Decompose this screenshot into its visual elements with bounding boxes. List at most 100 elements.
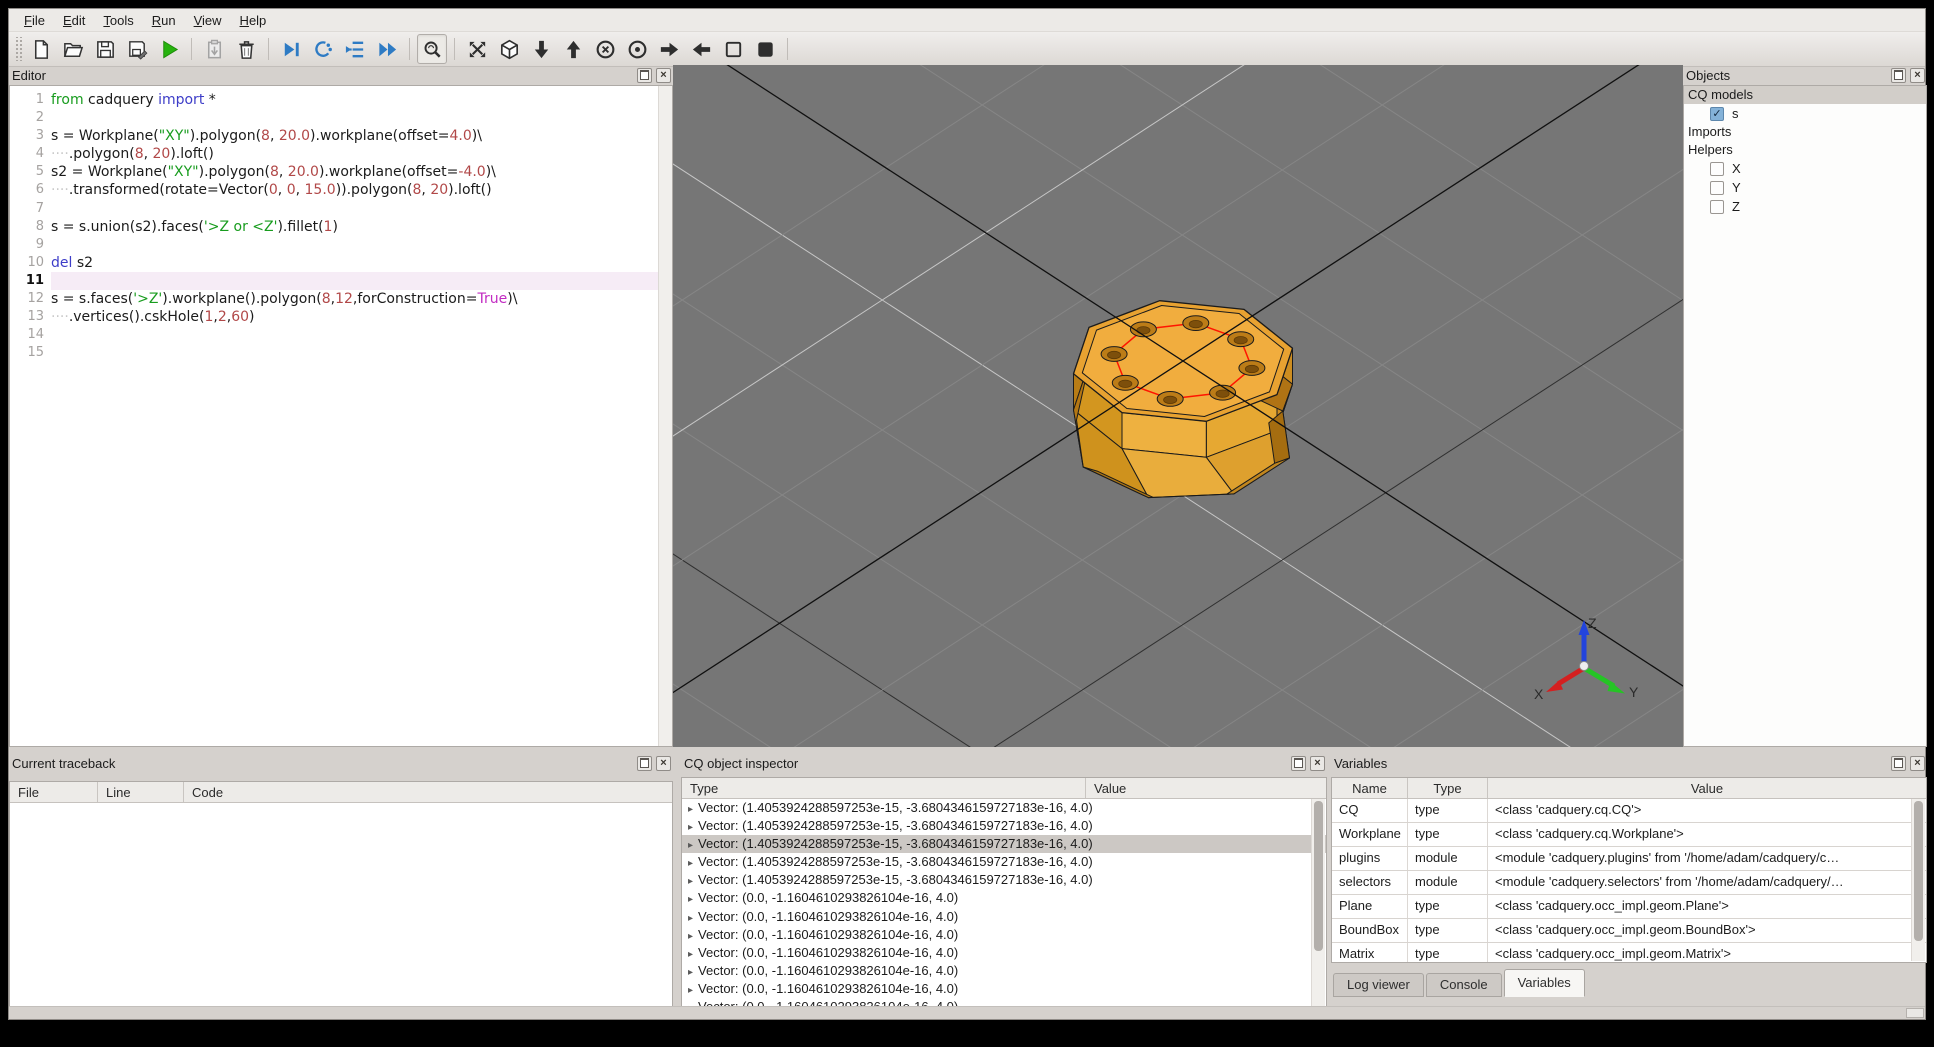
fit-view-icon[interactable]: [462, 34, 492, 64]
inspector-col-value[interactable]: Value: [1086, 778, 1326, 798]
debug-step-icon[interactable]: [276, 34, 306, 64]
view-top-icon[interactable]: [558, 34, 588, 64]
expand-arrow-icon[interactable]: ▸: [688, 822, 698, 833]
variable-row[interactable]: BoundBox type <class 'cadquery.occ_impl.ge…: [1332, 919, 1926, 943]
delete-icon[interactable]: [231, 34, 261, 64]
code-line[interactable]: 3 s = Workplane("XY").polygon(8, 20.0).wo…: [10, 127, 672, 145]
code-line[interactable]: 14: [10, 326, 672, 344]
tab-console[interactable]: Console: [1425, 973, 1502, 997]
variables-col-type[interactable]: Type: [1408, 778, 1488, 798]
view-front-icon[interactable]: [622, 34, 652, 64]
tree-item-y[interactable]: Y: [1684, 178, 1926, 197]
expand-arrow-icon[interactable]: ▸: [688, 949, 698, 960]
code-line[interactable]: 11: [10, 271, 672, 291]
traceback-col-line[interactable]: Line: [98, 782, 184, 802]
inspector-row[interactable]: ▸Vector: (0.0, -1.1604610293826104e-16, …: [682, 980, 1326, 998]
variable-row[interactable]: plugins module <module 'cadquery.plugins' …: [1332, 847, 1926, 871]
expand-arrow-icon[interactable]: ▸: [688, 858, 698, 869]
menu-run[interactable]: Run: [143, 11, 185, 30]
variable-row[interactable]: selectors module <module 'cadquery.selecto…: [1332, 871, 1926, 895]
inspector-row[interactable]: ▸Vector: (0.0, -1.1604610293826104e-16, …: [682, 908, 1326, 926]
float-panel-icon[interactable]: [637, 67, 652, 83]
editor-body[interactable]: 1 from cadquery import * 2 3 s = Workplane("…: [9, 85, 673, 747]
menu-help[interactable]: Help: [231, 11, 276, 30]
tree-item-x[interactable]: X: [1684, 159, 1926, 178]
variable-row[interactable]: Matrix type <class 'cadquery.occ_impl.geom…: [1332, 943, 1926, 962]
expand-arrow-icon[interactable]: ▸: [688, 913, 698, 924]
view-bottom-icon[interactable]: [526, 34, 556, 64]
close-panel-icon[interactable]: ×: [1910, 755, 1925, 771]
inspector-row[interactable]: ▸ Vector: (1.4053924288597253e-15, -3.680…: [682, 871, 1326, 889]
view-back-icon[interactable]: [590, 34, 620, 64]
code-line[interactable]: 7: [10, 200, 672, 218]
viewport-canvas[interactable]: Z X Y: [552, 0, 1804, 1047]
code-line[interactable]: 8 s = s.union(s2).faces('>Z or <Z').fille…: [10, 218, 672, 236]
cad-model[interactable]: [1072, 300, 1294, 499]
menu-tools[interactable]: Tools: [94, 11, 142, 30]
editor-scrollbar[interactable]: [658, 86, 672, 746]
checked-checkbox-icon[interactable]: ✓: [1710, 106, 1724, 121]
debug-next-icon[interactable]: [308, 34, 338, 64]
variable-row[interactable]: CQ type <class 'cadquery.cq.CQ'>: [1332, 799, 1926, 823]
float-panel-icon[interactable]: [1291, 755, 1306, 771]
unchecked-checkbox-icon[interactable]: [1710, 180, 1724, 195]
inspector-row[interactable]: ▸ Vector: (1.4053924288597253e-15, -3.680…: [682, 817, 1326, 835]
shaded-icon[interactable]: [750, 34, 780, 64]
variables-scrollbar[interactable]: [1911, 799, 1925, 961]
close-panel-icon[interactable]: ×: [1310, 755, 1325, 771]
code-line[interactable]: 9: [10, 236, 672, 254]
run-icon[interactable]: [154, 34, 184, 64]
inspector-row[interactable]: ▸ Vector: (1.4053924288597253e-15, -3.680…: [682, 799, 1326, 817]
tab-log-viewer[interactable]: Log viewer: [1333, 973, 1424, 997]
traceback-col-code[interactable]: Code: [184, 782, 672, 802]
menu-view[interactable]: View: [185, 11, 231, 30]
code-line[interactable]: 6 ····.transformed(rotate=Vector(0, 0, 15…: [10, 181, 672, 199]
variable-row[interactable]: Workplane type <class 'cadquery.cq.Workpla…: [1332, 823, 1926, 847]
inspector-row[interactable]: ▸Vector: (0.0, -1.1604610293826104e-16, …: [682, 944, 1326, 962]
inspector-scrollbar[interactable]: [1311, 799, 1325, 1007]
tree-section-helpers[interactable]: Helpers: [1684, 141, 1926, 159]
tree-item-z[interactable]: Z: [1684, 197, 1926, 216]
expand-arrow-icon[interactable]: ▸: [688, 804, 698, 815]
variables-col-name[interactable]: Name: [1332, 778, 1408, 798]
code-line[interactable]: 15: [10, 344, 672, 362]
code-editor[interactable]: 1 from cadquery import * 2 3 s = Workplane("…: [10, 86, 672, 746]
preview-icon[interactable]: [417, 34, 447, 64]
tree-section-imports[interactable]: Imports: [1684, 123, 1926, 141]
float-panel-icon[interactable]: [1891, 67, 1906, 83]
float-panel-icon[interactable]: [637, 755, 652, 771]
open-icon[interactable]: [58, 34, 88, 64]
unchecked-checkbox-icon[interactable]: [1710, 161, 1724, 176]
inspector-table[interactable]: Type Value ▸ Vector: (1.4053924288597253e-…: [681, 777, 1327, 1009]
debug-continue-icon[interactable]: [372, 34, 402, 64]
wireframe-icon[interactable]: [718, 34, 748, 64]
expand-arrow-icon[interactable]: ▸: [688, 894, 698, 905]
tree-section-cq-models[interactable]: CQ models: [1684, 86, 1926, 104]
3d-viewport[interactable]: Z X Y: [552, 0, 1804, 1047]
variables-table[interactable]: Name Type Value CQ type <class 'cadquery.cq.…: [1331, 777, 1927, 963]
close-panel-icon[interactable]: ×: [656, 67, 671, 83]
save-icon[interactable]: [90, 34, 120, 64]
expand-arrow-icon[interactable]: ▸: [688, 931, 698, 942]
code-line[interactable]: 12 s = s.faces('>Z').workplane().polygon(…: [10, 290, 672, 308]
menu-edit[interactable]: Edit: [54, 11, 94, 30]
toolbar-drag-handle[interactable]: [14, 37, 22, 61]
code-line[interactable]: 1 from cadquery import *: [10, 91, 672, 109]
variable-row[interactable]: Plane type <class 'cadquery.occ_impl.geom.…: [1332, 895, 1926, 919]
inspector-row[interactable]: ▸ Vector: (1.4053924288597253e-15, -3.680…: [682, 835, 1326, 854]
close-panel-icon[interactable]: ×: [1910, 67, 1925, 83]
traceback-col-file[interactable]: File: [10, 782, 98, 802]
close-panel-icon[interactable]: ×: [656, 755, 671, 771]
view-right-icon[interactable]: [654, 34, 684, 64]
expand-arrow-icon[interactable]: ▸: [688, 967, 698, 978]
objects-tree[interactable]: CQ models ✓ s Imports Helpers X Y Z: [1683, 85, 1927, 747]
code-line[interactable]: 5 s2 = Workplane("XY").polygon(8, 20.0).w…: [10, 163, 672, 181]
float-panel-icon[interactable]: [1891, 755, 1906, 771]
inspector-col-type[interactable]: Type: [682, 778, 1086, 798]
code-line[interactable]: 2: [10, 109, 672, 127]
expand-arrow-icon[interactable]: ▸: [688, 985, 698, 996]
tab-variables[interactable]: Variables: [1503, 969, 1585, 997]
menu-file[interactable]: File: [15, 11, 54, 30]
code-line[interactable]: 13 ····.vertices().cskHole(1,2,60): [10, 308, 672, 326]
iso-view-icon[interactable]: [494, 34, 524, 64]
